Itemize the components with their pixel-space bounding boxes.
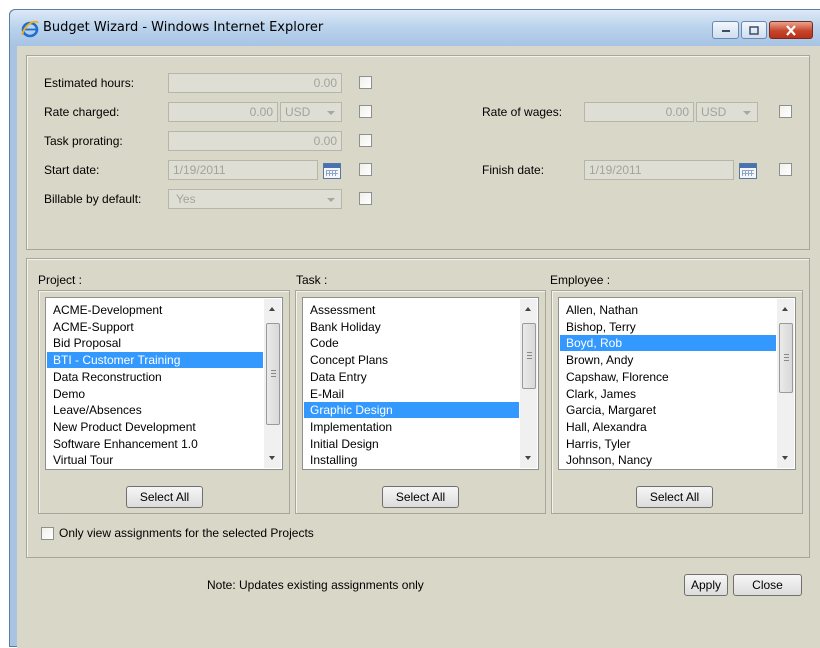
close-button[interactable]: Close — [733, 574, 802, 596]
billable-select[interactable]: Yes — [168, 189, 342, 209]
update-note: Note: Updates existing assignments only — [207, 578, 424, 592]
only-view-selected-label: Only view assignments for the selected P… — [59, 526, 314, 540]
project-list-item[interactable]: BTI - Customer Training — [47, 352, 263, 369]
close-window-button[interactable] — [769, 21, 813, 39]
project-select-all-button[interactable]: Select All — [126, 486, 203, 508]
budget-settings-group — [26, 55, 810, 250]
employee-list-item[interactable]: Garcia, Margaret — [560, 402, 776, 418]
task-label: Task : — [296, 273, 328, 287]
rate-charged-checkbox[interactable] — [359, 105, 372, 118]
scroll-down-icon[interactable] — [782, 456, 788, 460]
calendar-icon[interactable] — [323, 163, 341, 179]
maximize-icon — [749, 25, 759, 35]
start-date-label: Start date: — [44, 163, 100, 177]
window-title: Budget Wizard - Windows Internet Explore… — [43, 20, 324, 35]
billable-label: Billable by default: — [44, 192, 142, 206]
employee-select-all-button[interactable]: Select All — [636, 486, 713, 508]
rate-of-wages-currency-select[interactable]: USD — [696, 102, 758, 122]
employee-scroll-thumb[interactable] — [779, 323, 793, 393]
apply-button[interactable]: Apply — [684, 574, 728, 596]
project-list-item[interactable]: Virtual Tour — [47, 452, 263, 468]
task-list-item[interactable]: Assessment — [304, 302, 519, 318]
project-list[interactable]: ACME-Development ACME-Support Bid Proposal… — [45, 297, 283, 470]
employee-list-item[interactable]: Capshaw, Florence — [560, 369, 776, 385]
employee-list-item[interactable]: Johnson, Nancy — [560, 452, 776, 468]
internet-explorer-icon — [21, 20, 39, 38]
only-view-selected-checkbox[interactable] — [41, 527, 54, 540]
chevron-down-icon — [327, 198, 335, 202]
task-list-item[interactable]: Graphic Design — [304, 402, 519, 419]
employee-list-item[interactable]: Clark, James — [560, 386, 776, 402]
finish-date-checkbox[interactable] — [779, 163, 792, 176]
task-scrollbar[interactable] — [520, 299, 537, 468]
employee-list-item[interactable]: Allen, Nathan — [560, 302, 776, 318]
minimize-icon — [721, 30, 730, 32]
start-date-checkbox[interactable] — [359, 163, 372, 176]
rate-charged-currency-select[interactable]: USD — [280, 102, 342, 122]
employee-list-item[interactable]: Brown, Andy — [560, 352, 776, 368]
task-prorating-input[interactable]: 0.00 — [168, 131, 342, 151]
task-list-item[interactable]: E-Mail — [304, 386, 519, 402]
title-bar[interactable]: Budget Wizard - Windows Internet Explore… — [10, 10, 820, 46]
task-list-item[interactable]: Installing — [304, 452, 519, 468]
estimated-hours-checkbox[interactable] — [359, 76, 372, 89]
project-list-item[interactable]: New Product Development — [47, 419, 263, 435]
start-date-input[interactable]: 1/19/2011 — [168, 160, 318, 180]
estimated-hours-label: Estimated hours: — [44, 76, 135, 90]
task-list-item[interactable]: Concept Plans — [304, 352, 519, 368]
employee-label: Employee : — [550, 273, 611, 287]
browser-window: Budget Wizard - Windows Internet Explore… — [9, 9, 820, 648]
rate-charged-currency-value: USD — [285, 105, 311, 119]
task-scroll-thumb[interactable] — [522, 323, 536, 389]
project-scroll-thumb[interactable] — [266, 323, 280, 425]
task-list-item[interactable]: Implementation — [304, 419, 519, 435]
scroll-up-icon[interactable] — [269, 307, 275, 311]
project-list-item[interactable]: Software Enhancement 1.0 — [47, 436, 263, 452]
task-list[interactable]: Assessment Bank Holiday Code Concept Plans D… — [302, 297, 539, 470]
estimated-hours-input[interactable]: 0.00 — [168, 73, 342, 93]
employee-list-item[interactable]: Boyd, Rob — [560, 335, 776, 352]
task-list-item[interactable]: Code — [304, 335, 519, 351]
scroll-down-icon[interactable] — [525, 456, 531, 460]
rate-charged-input[interactable]: 0.00 — [168, 102, 278, 122]
employee-list-item[interactable]: Bishop, Terry — [560, 319, 776, 335]
task-select-all-button[interactable]: Select All — [382, 486, 459, 508]
scroll-up-icon[interactable] — [782, 307, 788, 311]
task-list-item[interactable]: Bank Holiday — [304, 319, 519, 335]
employee-scrollbar[interactable] — [777, 299, 794, 468]
billable-checkbox[interactable] — [359, 192, 372, 205]
project-scrollbar[interactable] — [264, 299, 281, 468]
rate-of-wages-label: Rate of wages: — [482, 105, 563, 119]
scroll-up-icon[interactable] — [525, 307, 531, 311]
project-list-item[interactable]: ACME-Development — [47, 302, 263, 318]
employee-list-item[interactable]: Hall, Alexandra — [560, 419, 776, 435]
chevron-down-icon — [743, 111, 751, 115]
rate-charged-label: Rate charged: — [44, 105, 120, 119]
employee-list[interactable]: Allen, Nathan Bishop, Terry Boyd, Rob Brown… — [558, 297, 796, 470]
project-list-item[interactable]: Data Reconstruction — [47, 369, 263, 385]
project-list-item[interactable]: Leave/Absences — [47, 402, 263, 418]
dialog-body: Estimated hours: 0.00 Rate charged: 0.00… — [17, 46, 820, 648]
task-prorating-checkbox[interactable] — [359, 134, 372, 147]
task-list-item[interactable]: Data Entry — [304, 369, 519, 385]
maximize-button[interactable] — [741, 21, 767, 39]
billable-value: Yes — [176, 192, 196, 206]
project-list-item[interactable]: Demo — [47, 386, 263, 402]
task-prorating-label: Task prorating: — [44, 134, 123, 148]
project-label: Project : — [38, 273, 83, 287]
finish-date-input[interactable]: 1/19/2011 — [584, 160, 734, 180]
scroll-down-icon[interactable] — [269, 456, 275, 460]
minimize-button[interactable] — [712, 21, 739, 39]
calendar-icon[interactable] — [739, 163, 757, 179]
chevron-down-icon — [327, 111, 335, 115]
rate-of-wages-currency-value: USD — [701, 105, 727, 119]
task-list-item[interactable]: Initial Design — [304, 436, 519, 452]
finish-date-label: Finish date: — [482, 163, 545, 177]
rate-of-wages-input[interactable]: 0.00 — [584, 102, 694, 122]
employee-list-item[interactable]: Harris, Tyler — [560, 436, 776, 452]
rate-of-wages-checkbox[interactable] — [779, 105, 792, 118]
project-list-item[interactable]: ACME-Support — [47, 319, 263, 335]
project-list-item[interactable]: Bid Proposal — [47, 335, 263, 351]
close-icon — [786, 24, 796, 36]
